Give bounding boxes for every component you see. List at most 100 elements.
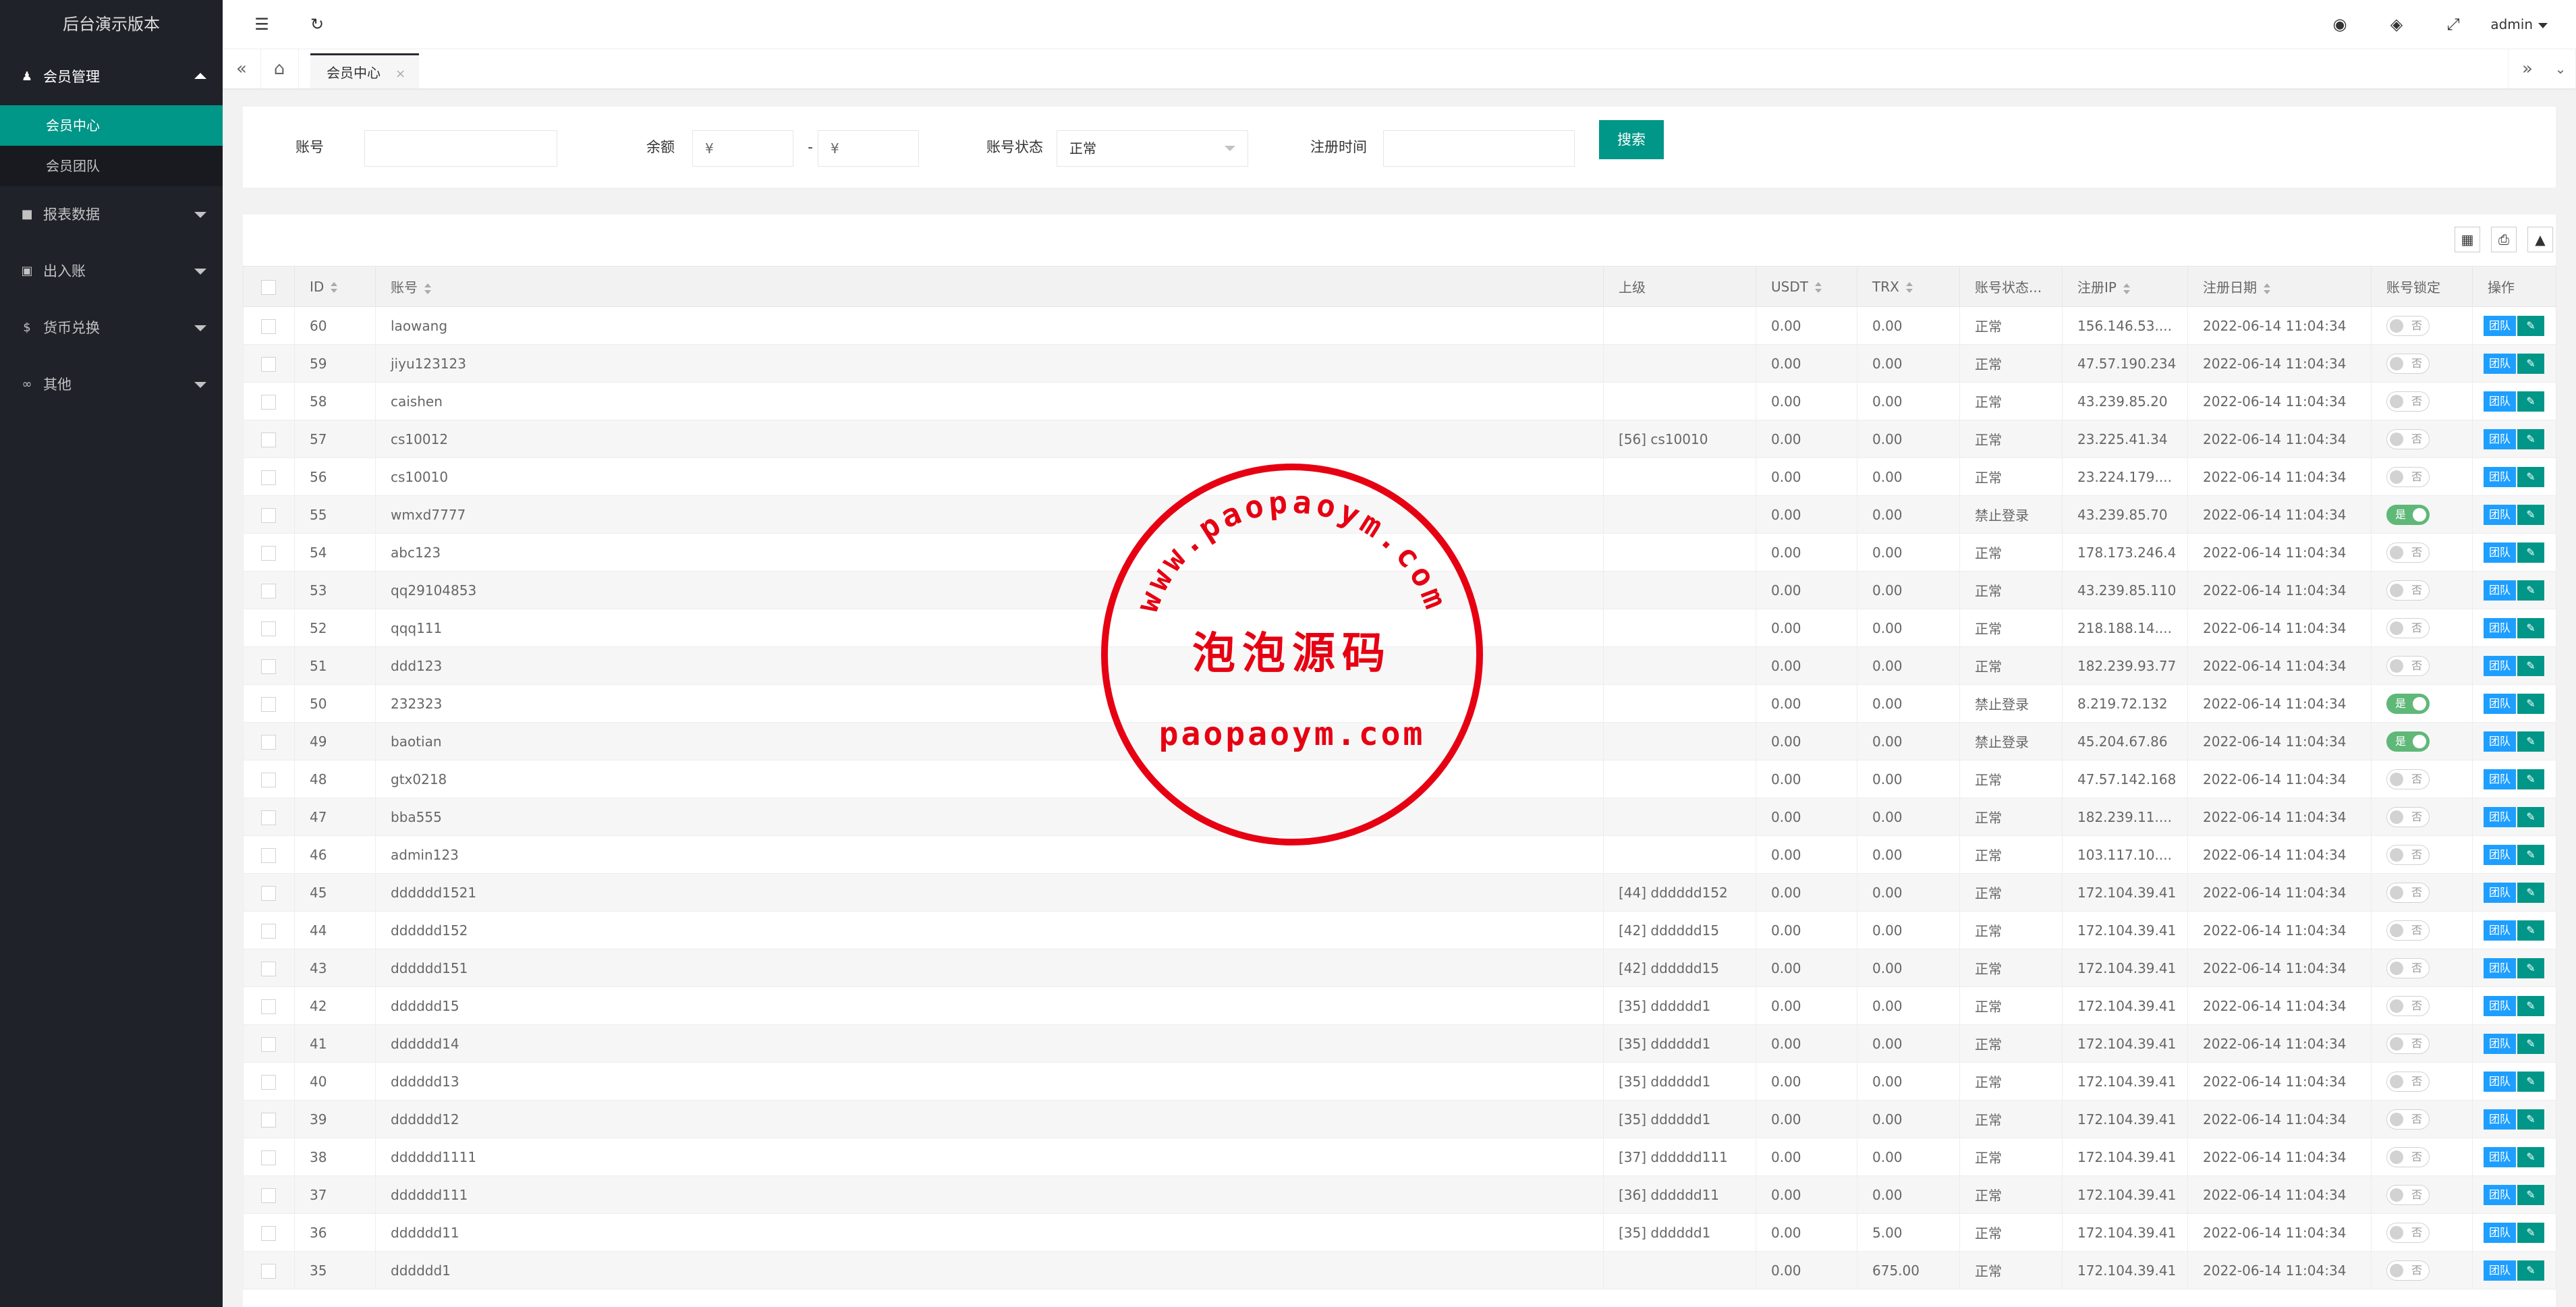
row-checkbox[interactable]: [243, 1024, 295, 1063]
refresh-icon[interactable]: ↻: [305, 12, 329, 36]
lock-switch[interactable]: 否: [2386, 542, 2430, 563]
sidebar-group-other[interactable]: ∞ 其他: [0, 356, 223, 413]
team-button[interactable]: 团队: [2484, 769, 2516, 789]
menu-fold-icon[interactable]: ☰: [250, 12, 274, 36]
team-button[interactable]: 团队: [2484, 1184, 2516, 1205]
sidebar-group-member-management[interactable]: ♟ 会员管理: [0, 49, 223, 105]
tab-member-center[interactable]: 会员中心 ×: [310, 53, 420, 88]
team-button[interactable]: 团队: [2484, 844, 2516, 865]
team-button[interactable]: 团队: [2484, 353, 2516, 374]
pencil-icon[interactable]: ✎: [2517, 466, 2544, 487]
row-checkbox[interactable]: [243, 1100, 295, 1138]
pencil-icon[interactable]: ✎: [2517, 1109, 2544, 1130]
row-checkbox[interactable]: [243, 306, 295, 345]
team-button[interactable]: 团队: [2484, 655, 2516, 676]
pencil-icon[interactable]: ✎: [2517, 920, 2544, 941]
row-checkbox[interactable]: [243, 495, 295, 534]
lock-switch[interactable]: 否: [2386, 806, 2430, 827]
pencil-icon[interactable]: ✎: [2517, 655, 2544, 676]
select-all-checkbox[interactable]: [243, 266, 295, 307]
pencil-icon[interactable]: ✎: [2517, 693, 2544, 714]
lock-switch[interactable]: 是: [2386, 731, 2430, 752]
row-checkbox[interactable]: [243, 873, 295, 912]
team-button[interactable]: 团队: [2484, 1222, 2516, 1243]
column-header-date[interactable]: 注册日期: [2187, 266, 2372, 307]
tabs-scroll-right-icon[interactable]: »: [2508, 49, 2546, 88]
lock-switch[interactable]: 否: [2386, 844, 2430, 865]
row-checkbox[interactable]: [243, 382, 295, 420]
search-button[interactable]: 搜索: [1599, 120, 1664, 159]
column-header-trx[interactable]: TRX: [1857, 266, 1960, 307]
row-checkbox[interactable]: [243, 1138, 295, 1176]
row-checkbox[interactable]: [243, 760, 295, 798]
row-checkbox[interactable]: [243, 457, 295, 496]
row-checkbox[interactable]: [243, 646, 295, 685]
team-button[interactable]: 团队: [2484, 882, 2516, 903]
column-header-ip[interactable]: 注册IP: [2062, 266, 2188, 307]
team-button[interactable]: 团队: [2484, 1033, 2516, 1054]
regtime-input[interactable]: [1383, 130, 1575, 167]
pencil-icon[interactable]: ✎: [2517, 1033, 2544, 1054]
user-menu[interactable]: admin: [2490, 0, 2548, 49]
lock-switch[interactable]: 是: [2386, 693, 2430, 714]
team-button[interactable]: 团队: [2484, 428, 2516, 449]
column-header-usdt[interactable]: USDT: [1756, 266, 1857, 307]
pencil-icon[interactable]: ✎: [2517, 542, 2544, 563]
balance-min-input[interactable]: ¥: [692, 130, 793, 167]
balance-max-input[interactable]: ¥: [818, 130, 919, 167]
lock-switch[interactable]: 否: [2386, 920, 2430, 941]
row-checkbox[interactable]: [243, 420, 295, 458]
lock-switch[interactable]: 否: [2386, 1184, 2430, 1205]
team-button[interactable]: 团队: [2484, 466, 2516, 487]
row-checkbox[interactable]: [243, 684, 295, 723]
columns-icon[interactable]: ▦: [2455, 227, 2480, 252]
column-header-account[interactable]: 账号: [375, 266, 1604, 307]
chevron-down-icon[interactable]: ⌄: [2546, 49, 2576, 88]
sidebar-item-member-team[interactable]: 会员团队: [0, 146, 223, 186]
pencil-icon[interactable]: ✎: [2517, 731, 2544, 752]
pencil-icon[interactable]: ✎: [2517, 806, 2544, 827]
sidebar-group-accounts[interactable]: ▣ 出入账: [0, 243, 223, 300]
lock-switch[interactable]: 否: [2386, 580, 2430, 601]
pencil-icon[interactable]: ✎: [2517, 391, 2544, 412]
pencil-icon[interactable]: ✎: [2517, 957, 2544, 978]
row-checkbox[interactable]: [243, 1213, 295, 1252]
lock-switch[interactable]: 否: [2386, 1033, 2430, 1054]
account-input[interactable]: [364, 130, 557, 167]
lock-switch[interactable]: 否: [2386, 882, 2430, 903]
lock-switch[interactable]: 否: [2386, 428, 2430, 449]
pencil-icon[interactable]: ✎: [2517, 1071, 2544, 1092]
row-checkbox[interactable]: [243, 609, 295, 647]
row-checkbox[interactable]: [243, 1062, 295, 1101]
home-icon[interactable]: ⌂: [260, 49, 299, 88]
lock-switch[interactable]: 否: [2386, 1222, 2430, 1243]
team-button[interactable]: 团队: [2484, 1109, 2516, 1130]
sidebar-group-reports[interactable]: ■ 报表数据: [0, 186, 223, 243]
sidebar-group-exchange[interactable]: $ 货币兑换: [0, 300, 223, 356]
lock-switch[interactable]: 否: [2386, 1109, 2430, 1130]
row-checkbox[interactable]: [243, 533, 295, 572]
pencil-icon[interactable]: ✎: [2517, 1222, 2544, 1243]
tag-icon[interactable]: ◈: [2384, 12, 2409, 36]
lock-switch[interactable]: 否: [2386, 353, 2430, 374]
lock-switch[interactable]: 否: [2386, 957, 2430, 978]
print-icon[interactable]: ⎙: [2491, 227, 2517, 252]
team-button[interactable]: 团队: [2484, 693, 2516, 714]
row-checkbox[interactable]: [243, 722, 295, 760]
status-select[interactable]: 正常: [1057, 130, 1248, 167]
pencil-icon[interactable]: ✎: [2517, 315, 2544, 336]
team-button[interactable]: 团队: [2484, 1260, 2516, 1281]
team-button[interactable]: 团队: [2484, 920, 2516, 941]
row-checkbox[interactable]: [243, 798, 295, 836]
pencil-icon[interactable]: ✎: [2517, 882, 2544, 903]
lock-switch[interactable]: 否: [2386, 1260, 2430, 1281]
team-button[interactable]: 团队: [2484, 315, 2516, 336]
export-icon[interactable]: ▲: [2527, 227, 2553, 252]
team-button[interactable]: 团队: [2484, 542, 2516, 563]
row-checkbox[interactable]: [243, 344, 295, 383]
row-checkbox[interactable]: [243, 949, 295, 987]
pencil-icon[interactable]: ✎: [2517, 353, 2544, 374]
pencil-icon[interactable]: ✎: [2517, 995, 2544, 1016]
pencil-icon[interactable]: ✎: [2517, 1260, 2544, 1281]
team-button[interactable]: 团队: [2484, 731, 2516, 752]
